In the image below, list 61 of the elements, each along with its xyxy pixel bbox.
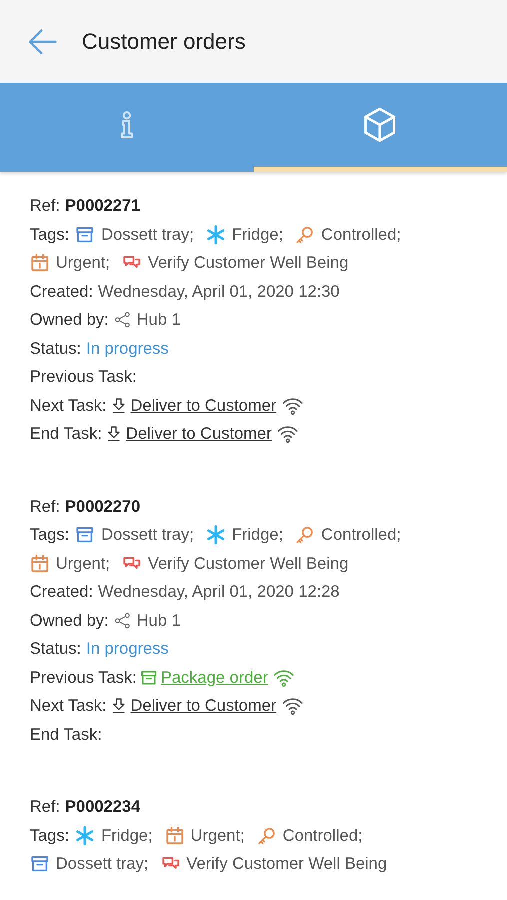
page-title: Customer orders [82, 28, 246, 56]
tag-label: Urgent; [190, 826, 245, 846]
tag-label: Urgent; [56, 554, 110, 574]
field-label: End Task: [30, 724, 102, 746]
field-label: Previous Task: [30, 367, 137, 388]
tag-label: Verify Customer Well Being [148, 253, 349, 274]
key-icon [295, 224, 316, 245]
field-label: Created: [30, 582, 94, 603]
tray-icon [30, 854, 50, 874]
tag-label: Controlled; [321, 224, 402, 246]
created-date: Wednesday, April 01, 2020 12:28 [98, 582, 340, 603]
field-label: Previous Task: [30, 668, 137, 688]
tag-label: Fridge; [232, 525, 284, 546]
key-icon [295, 525, 316, 546]
calendar-icon [164, 826, 185, 846]
status-text: In progress [86, 639, 169, 660]
field-label: Tags: [30, 826, 70, 846]
order-reference: P0002270 [65, 496, 141, 518]
task-link[interactable]: Deliver to Customer [130, 692, 277, 720]
tag-label: Urgent; [56, 253, 110, 274]
status-text: In progress [86, 338, 169, 360]
calendar-icon [30, 554, 50, 574]
snowflake-icon [206, 224, 226, 245]
field-label: Tags: [30, 224, 70, 246]
share-icon [114, 612, 132, 630]
calendar-icon [30, 253, 50, 274]
tag-label: Verify Customer Well Being [186, 854, 388, 875]
tray-icon [140, 668, 158, 687]
order-reference: P0002234 [65, 797, 141, 818]
field-label: Status: [30, 639, 82, 660]
tag-label: Verify Customer Well Being [148, 554, 349, 574]
field-label: Ref: [30, 196, 60, 217]
owner-name: Hub 1 [136, 310, 181, 331]
tag-label: Dossett tray; [101, 525, 194, 546]
tag-label: Dossett tray; [56, 854, 149, 875]
field-label: Created: [30, 282, 94, 302]
task-link[interactable]: Deliver to Customer [126, 420, 272, 448]
tray-icon [75, 525, 96, 546]
field-label: Ref: [30, 496, 60, 518]
field-label: End Task: [30, 424, 102, 445]
order-reference: P0002271 [65, 196, 141, 217]
task-link[interactable]: Deliver to Customer [130, 392, 277, 420]
key-icon [256, 826, 277, 846]
snowflake-icon [206, 525, 226, 546]
tag-label: Controlled; [282, 826, 363, 846]
tray-icon [75, 224, 96, 245]
field-label: Owned by: [30, 310, 109, 331]
share-icon [114, 311, 132, 330]
tag-label: Controlled; [321, 525, 402, 546]
field-label: Next Task: [30, 696, 107, 717]
snowflake-icon [75, 826, 96, 846]
field-label: Ref: [30, 797, 60, 818]
owner-name: Hub 1 [136, 610, 181, 632]
tag-label: Dossett tray; [101, 224, 194, 246]
tag-label: Fridge; [101, 826, 153, 846]
tag-label: Fridge; [232, 224, 284, 246]
field-label: Next Task: [30, 396, 107, 416]
field-label: Tags: [30, 525, 70, 546]
created-date: Wednesday, April 01, 2020 12:30 [98, 282, 340, 302]
field-label: Owned by: [30, 610, 109, 632]
field-label: Status: [30, 338, 82, 360]
